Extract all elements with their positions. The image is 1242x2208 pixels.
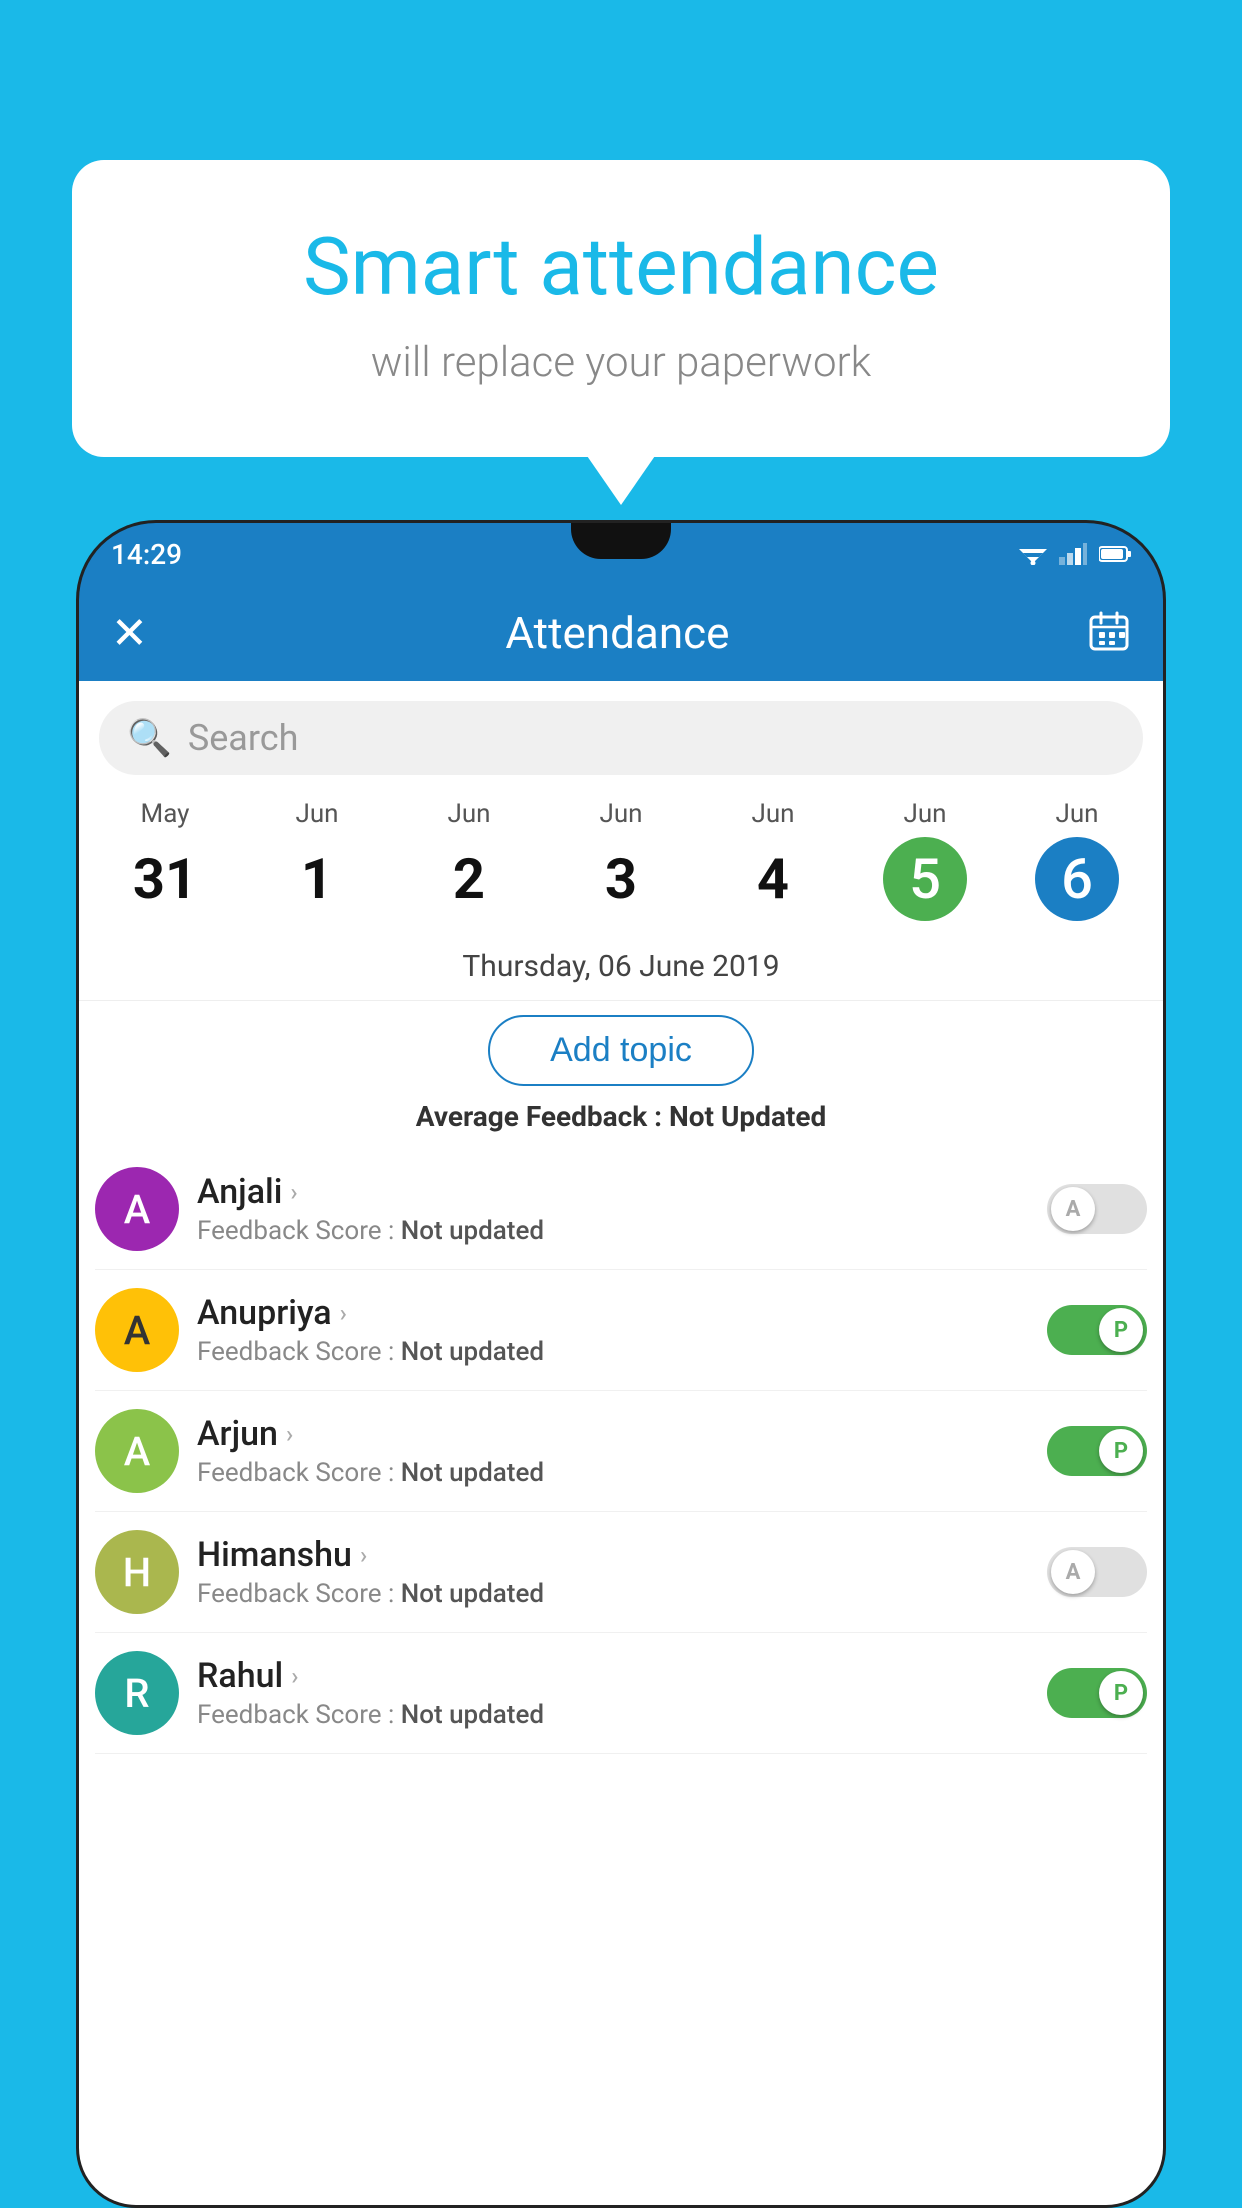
header-title: Attendance <box>505 607 729 659</box>
search-bar[interactable]: 🔍 Search <box>99 701 1143 775</box>
calendar-icon[interactable] <box>1087 609 1131 657</box>
date-selector: May31Jun1Jun2Jun3Jun4Jun5Jun6 <box>79 791 1163 929</box>
date-item[interactable]: Jun3 <box>545 791 697 929</box>
student-feedback: Feedback Score : Not updated <box>197 1700 1029 1730</box>
student-list: AAnjali ›Feedback Score : Not updatedAAA… <box>79 1149 1163 1754</box>
status-icons <box>1019 543 1131 565</box>
student-name[interactable]: Anupriya › <box>197 1293 1029 1333</box>
attendance-toggle[interactable]: P <box>1047 1305 1147 1355</box>
avatar: A <box>95 1409 179 1493</box>
selected-date: Thursday, 06 June 2019 <box>79 937 1163 1001</box>
student-name[interactable]: Anjali › <box>197 1172 1029 1212</box>
student-name[interactable]: Himanshu › <box>197 1535 1029 1575</box>
student-item: H Himanshu › Feedback Score : Not updated A <box>95 1512 1147 1633</box>
wifi-icon <box>1019 543 1047 565</box>
avatar: H <box>95 1530 179 1614</box>
close-icon[interactable]: ✕ <box>111 607 148 659</box>
signal-icon <box>1059 543 1087 565</box>
attendance-toggle[interactable]: P <box>1047 1668 1147 1718</box>
avatar: A <box>95 1167 179 1251</box>
attendance-toggle[interactable]: P <box>1047 1426 1147 1476</box>
date-item[interactable]: Jun2 <box>393 791 545 929</box>
speech-bubble: Smart attendance will replace your paper… <box>72 160 1170 457</box>
battery-icon <box>1099 545 1131 563</box>
search-icon: 🔍 <box>127 717 172 759</box>
app-content: 🔍 Search May31Jun1Jun2Jun3Jun4Jun5Jun6 T… <box>79 681 1163 2205</box>
avatar: A <box>95 1288 179 1372</box>
attendance-toggle[interactable]: A <box>1047 1547 1147 1597</box>
search-placeholder: Search <box>188 717 299 759</box>
student-item: A Anupriya › Feedback Score : Not updated P <box>95 1270 1147 1391</box>
average-feedback: Average Feedback : Not Updated <box>79 1100 1163 1133</box>
date-item[interactable]: May31 <box>89 791 241 929</box>
add-topic-button[interactable]: Add topic <box>488 1015 754 1086</box>
student-item: R Rahul › Feedback Score : Not updated P <box>95 1633 1147 1754</box>
date-item[interactable]: Jun1 <box>241 791 393 929</box>
attendance-toggle[interactable]: A <box>1047 1184 1147 1234</box>
student-feedback: Feedback Score : Not updated <box>197 1579 1029 1609</box>
phone-frame: 14:29 ✕ At <box>76 520 1166 2208</box>
status-time: 14:29 <box>111 538 182 571</box>
bubble-subtitle: will replace your paperwork <box>132 338 1110 387</box>
date-item[interactable]: Jun5 <box>849 791 1001 929</box>
student-item: A Anjali › Feedback Score : Not updated A <box>95 1149 1147 1270</box>
app-header: ✕ Attendance <box>79 585 1163 681</box>
date-item[interactable]: Jun4 <box>697 791 849 929</box>
date-item[interactable]: Jun6 <box>1001 791 1153 929</box>
student-name[interactable]: Rahul › <box>197 1656 1029 1696</box>
student-name[interactable]: Arjun › <box>197 1414 1029 1454</box>
avatar: R <box>95 1651 179 1735</box>
student-feedback: Feedback Score : Not updated <box>197 1337 1029 1367</box>
student-feedback: Feedback Score : Not updated <box>197 1458 1029 1488</box>
bubble-title: Smart attendance <box>132 220 1110 314</box>
student-item: A Arjun › Feedback Score : Not updated P <box>95 1391 1147 1512</box>
student-feedback: Feedback Score : Not updated <box>197 1216 1029 1246</box>
phone-notch <box>571 523 671 559</box>
